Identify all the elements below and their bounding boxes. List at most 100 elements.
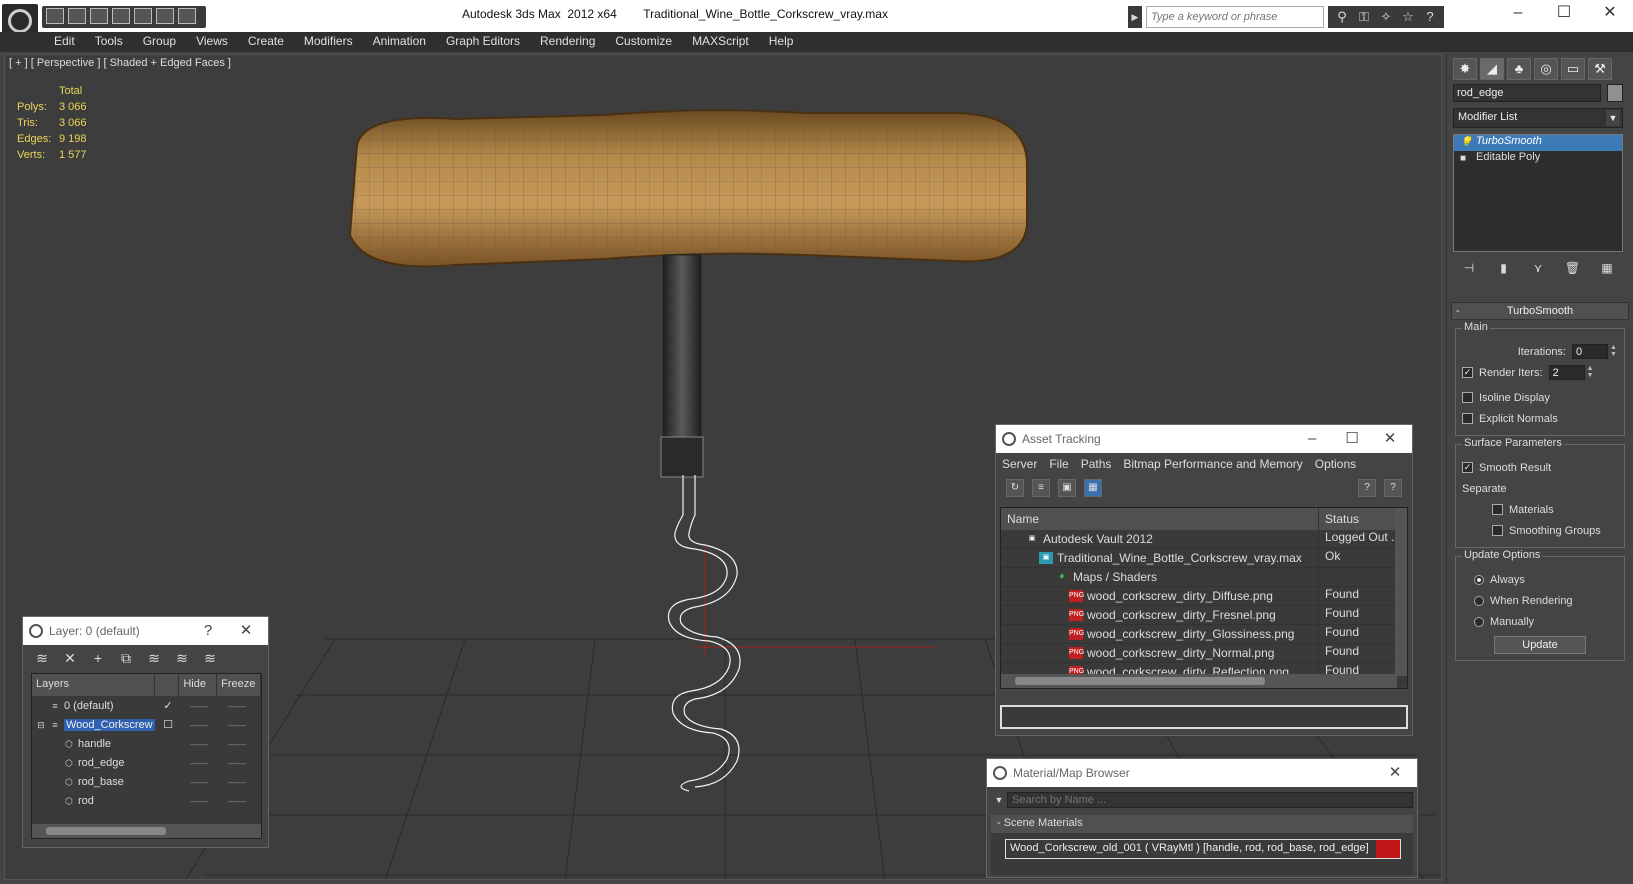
list-view-icon[interactable]: ≡ — [1032, 479, 1050, 497]
horizontal-scrollbar[interactable] — [32, 824, 261, 838]
utilities-tab-icon[interactable]: ⚒ — [1588, 58, 1612, 80]
menu-help[interactable]: Help — [759, 32, 804, 52]
stack-item-editable-poly[interactable]: ■ Editable Poly — [1454, 151, 1622, 167]
hierarchy-tab-icon[interactable]: ♣ — [1507, 58, 1531, 80]
display-tab-icon[interactable]: ▭ — [1561, 58, 1585, 80]
key-icon[interactable]: ⚿ — [1356, 9, 1372, 25]
close-button[interactable]: ✕ — [226, 617, 266, 645]
menu-views[interactable]: Views — [186, 32, 238, 52]
delete-layer-icon[interactable]: ✕ — [61, 649, 79, 667]
menu-create[interactable]: Create — [238, 32, 294, 52]
freeze-toggle[interactable]: ―― — [218, 758, 256, 768]
close-button[interactable]: ✕ — [1375, 759, 1415, 787]
add-to-layer-icon[interactable]: + — [89, 649, 107, 667]
layer-row[interactable]: ⬡ rod ―― ―― — [32, 791, 261, 810]
freeze-toggle[interactable]: ―― — [218, 701, 256, 711]
search-by-name-input[interactable] — [1007, 792, 1413, 808]
hide-toggle[interactable]: ―― — [180, 796, 218, 806]
active-layer-check[interactable]: ☐ — [156, 718, 180, 731]
window-titlebar[interactable]: Layer: 0 (default) ? ✕ — [23, 617, 268, 645]
scrollbar-thumb[interactable] — [46, 827, 166, 835]
rollout-header[interactable]: - TurboSmooth — [1451, 302, 1629, 320]
active-layer-check[interactable]: ✓ — [156, 699, 180, 712]
asset-row[interactable]: ▣ Autodesk Vault 2012 Logged Out ... — [1001, 530, 1407, 549]
modifier-list-dropdown[interactable]: Modifier List ▼ — [1453, 108, 1623, 128]
close-button[interactable]: ✕ — [1370, 425, 1410, 453]
asset-row[interactable]: PNG wood_corkscrew_dirty_Normal.png Found — [1001, 644, 1407, 663]
when-rendering-radio[interactable] — [1474, 595, 1484, 606]
horizontal-scrollbar[interactable] — [1001, 674, 1397, 688]
project-folder-icon[interactable] — [156, 8, 174, 24]
maximize-button[interactable]: ☐ — [1541, 0, 1587, 28]
minimize-button[interactable]: – — [1495, 0, 1541, 28]
freeze-toggle[interactable]: ―― — [218, 777, 256, 787]
menu-server[interactable]: Server — [1002, 457, 1037, 471]
binoculars-icon[interactable]: ⚲ — [1334, 9, 1350, 25]
object-color-swatch[interactable] — [1607, 84, 1623, 102]
col-hide[interactable]: Hide — [179, 674, 218, 696]
materials-checkbox[interactable] — [1492, 504, 1503, 515]
asset-row[interactable]: PNG wood_corkscrew_dirty_Glossiness.png F… — [1001, 625, 1407, 644]
layer-row[interactable]: ⊟ ≡ Wood_Corkscrew ☐ ―― ―― — [32, 715, 261, 734]
col-status[interactable]: Status — [1319, 508, 1395, 530]
col-layers[interactable]: Layers — [32, 674, 156, 696]
close-button[interactable]: ✕ — [1587, 0, 1633, 28]
asset-row[interactable]: PNG wood_corkscrew_dirty_Diffuse.png Foun… — [1001, 587, 1407, 606]
menu-group[interactable]: Group — [133, 32, 186, 52]
help-icon[interactable]: ? — [1422, 9, 1438, 25]
layer-row[interactable]: ⬡ handle ―― ―― — [32, 734, 261, 753]
menu-graph-editors[interactable]: Graph Editors — [436, 32, 530, 52]
create-tab-icon[interactable]: ✸ — [1453, 58, 1477, 80]
freeze-toggle[interactable]: ―― — [218, 720, 256, 730]
layer-row[interactable]: ⬡ rod_edge ―― ―― — [32, 753, 261, 772]
window-titlebar[interactable]: Asset Tracking – ☐ ✕ — [996, 425, 1412, 453]
expand-arrow-icon[interactable]: ▶ — [1128, 6, 1142, 28]
corkscrew-handle[interactable] — [348, 109, 1028, 268]
update-button[interactable]: Update — [1494, 636, 1586, 654]
configure-modifier-sets-icon[interactable]: ▦ — [1597, 258, 1617, 278]
stack-item-turbosmooth[interactable]: 💡 TurboSmooth — [1454, 135, 1622, 151]
select-objects-icon[interactable]: ⧉ — [117, 649, 135, 667]
asset-row[interactable]: PNG wood_corkscrew_dirty_Fresnel.png Foun… — [1001, 606, 1407, 625]
customize-dropdown-icon[interactable] — [178, 8, 196, 24]
isoline-display-checkbox[interactable] — [1462, 392, 1473, 403]
menu-rendering[interactable]: Rendering — [530, 32, 605, 52]
freeze-toggle[interactable]: ―― — [218, 796, 256, 806]
iterations-spinner[interactable] — [1572, 344, 1608, 359]
hide-toggle[interactable]: ―― — [180, 777, 218, 787]
help-button[interactable]: ? — [188, 617, 228, 645]
redo-icon[interactable] — [134, 8, 152, 24]
menu-animation[interactable]: Animation — [363, 32, 436, 52]
hide-toggle[interactable]: ―― — [180, 720, 218, 730]
smoothing-groups-checkbox[interactable] — [1492, 525, 1503, 536]
lightbulb-icon[interactable]: 💡 — [1460, 137, 1472, 148]
corkscrew-helix[interactable] — [667, 475, 741, 792]
asset-path-field[interactable] — [1000, 705, 1408, 729]
open-icon[interactable] — [68, 8, 86, 24]
table-view-icon[interactable]: ▦ — [1084, 479, 1102, 497]
keyword-search-input[interactable] — [1146, 6, 1324, 28]
menu-modifiers[interactable]: Modifiers — [294, 32, 363, 52]
always-radio[interactable] — [1474, 574, 1484, 585]
spinner-arrows-icon[interactable]: ▲ ▼ — [1587, 365, 1595, 380]
motion-tab-icon[interactable]: ◎ — [1534, 58, 1558, 80]
explicit-normals-checkbox[interactable] — [1462, 413, 1473, 424]
context-help-icon[interactable]: ? — [1384, 479, 1402, 497]
menu-paths[interactable]: Paths — [1081, 457, 1112, 471]
minimize-button[interactable]: – — [1292, 425, 1332, 453]
material-item[interactable]: Wood_Corkscrew_old_001 ( VRayMtl ) [hand… — [1005, 839, 1401, 859]
hide-toggle[interactable]: ―― — [180, 739, 218, 749]
new-layer-icon[interactable]: ≋ — [33, 649, 51, 667]
spinner-arrows-icon[interactable]: ▲ ▼ — [1610, 344, 1618, 359]
layer-row[interactable]: ≡ 0 (default) ✓ ―― ―― — [32, 696, 261, 715]
make-unique-icon[interactable]: ⋎ — [1528, 258, 1548, 278]
refresh-icon[interactable]: ↻ — [1006, 479, 1024, 497]
vertical-scrollbar[interactable] — [1395, 508, 1407, 676]
scrollbar-thumb[interactable] — [1015, 677, 1265, 685]
freeze-toggle[interactable]: ―― — [218, 739, 256, 749]
pin-stack-icon[interactable]: ⊣ — [1459, 258, 1479, 278]
hide-toggle[interactable]: ―― — [180, 701, 218, 711]
corkscrew-rod[interactable] — [660, 254, 704, 478]
maximize-button[interactable]: ☐ — [1332, 425, 1372, 453]
remove-modifier-icon[interactable]: 🗑 — [1563, 258, 1583, 278]
